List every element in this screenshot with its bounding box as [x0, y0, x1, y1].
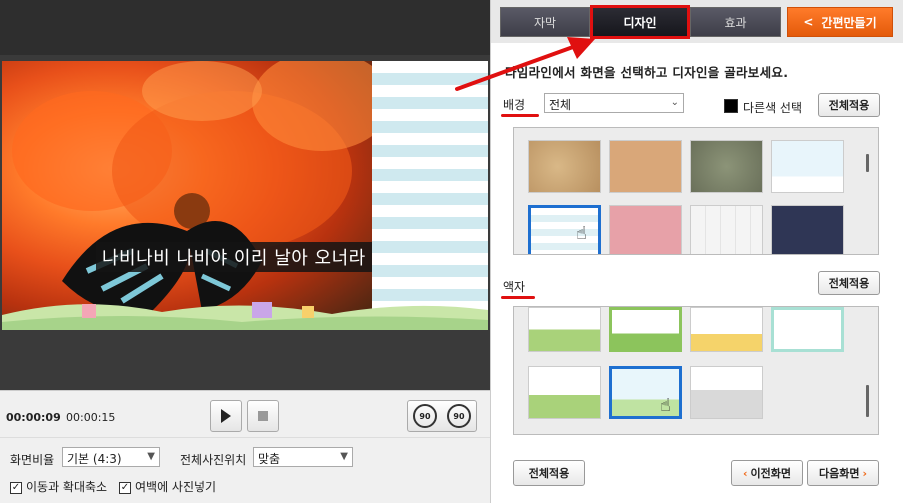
- bg-thumb-olive[interactable]: [690, 140, 763, 193]
- prev-screen-button[interactable]: ‹ 이전화면: [731, 460, 803, 486]
- bg-thumb-stripes-selected[interactable]: [528, 205, 601, 254]
- subtitle-caption: 나비나비 나비야 이리 날아 오너라: [96, 242, 372, 272]
- tab-bar: 자막 디자인 효과 < 간편만들기: [491, 0, 903, 43]
- design-panel: 자막 디자인 효과 < 간편만들기 타임라인에서 화면을 선택하고 디자인을 골…: [490, 0, 903, 503]
- chevron-down-icon: ⌄: [670, 97, 679, 108]
- frame-apply-all-button[interactable]: 전체적용: [818, 271, 880, 295]
- ratio-select-value: 기본 (4:3): [67, 452, 122, 466]
- frame-thumb-cow[interactable]: [528, 307, 601, 352]
- total-time: 00:00:15: [66, 411, 116, 424]
- bg-thumb-pink[interactable]: [609, 205, 682, 254]
- stop-button[interactable]: [247, 400, 279, 432]
- hand-cursor-icon: ☝: [576, 223, 587, 244]
- margin-checkbox[interactable]: ✓: [119, 481, 131, 494]
- background-apply-all-button[interactable]: 전체적용: [818, 93, 880, 117]
- bg-thumb-grid-paper[interactable]: [690, 205, 763, 254]
- color-swatch[interactable]: [724, 99, 738, 113]
- rotate-right-icon[interactable]: 90: [447, 404, 471, 428]
- hills-decoration: [2, 302, 488, 330]
- position-label: 전체사진위치: [180, 453, 247, 467]
- motion-checkbox-label: 이동과 확대축소: [26, 480, 108, 494]
- bg-thumb-parchment[interactable]: [528, 140, 601, 193]
- margin-checkbox-label: 여백에 사진넣기: [135, 480, 217, 494]
- chevron-down-icon: ▼: [147, 451, 155, 462]
- chevron-down-icon: ▼: [340, 451, 348, 462]
- position-select-value: 맞춤: [258, 452, 281, 466]
- quick-make-label: 간편만들기: [821, 15, 877, 30]
- instruction-text: 타임라인에서 화면을 선택하고 디자인을 골라보세요.: [505, 65, 789, 80]
- background-label: 배경: [503, 98, 526, 112]
- background-grid: ☝: [513, 127, 879, 255]
- frame-label-underline: [501, 296, 535, 299]
- play-button[interactable]: [210, 400, 242, 432]
- frame-thumb-stools[interactable]: [690, 366, 763, 419]
- tab-design[interactable]: 디자인: [590, 5, 690, 39]
- motion-checkbox-row[interactable]: ✓ 이동과 확대축소: [10, 478, 107, 495]
- hand-cursor-icon: ☝: [660, 395, 671, 416]
- preview-top-bar: [0, 0, 490, 55]
- footer-apply-all-button[interactable]: 전체적용: [513, 460, 585, 486]
- next-screen-button[interactable]: 다음화면 ›: [807, 460, 879, 486]
- preview-stage[interactable]: 나비나비 나비야 이리 날아 오너라: [2, 61, 488, 330]
- ratio-label: 화면비율: [10, 453, 55, 467]
- stop-icon: [258, 411, 268, 421]
- preview-panel: 나비나비 나비야 이리 날아 오너라 00:00:09 00:00:15 90 …: [0, 0, 490, 503]
- bg-thumb-sky[interactable]: [771, 140, 844, 193]
- rotate-left-icon[interactable]: 90: [413, 404, 437, 428]
- frame-thumb-flowers[interactable]: [771, 307, 844, 352]
- motion-checkbox[interactable]: ✓: [10, 481, 22, 494]
- play-icon: [221, 409, 231, 423]
- prev-screen-label: 이전화면: [750, 467, 792, 480]
- playback-bar: 00:00:09 00:00:15 90 90: [0, 390, 490, 438]
- margin-checkbox-row[interactable]: ✓ 여백에 사진넣기: [119, 478, 216, 495]
- position-select[interactable]: 맞춤 ▼: [253, 447, 353, 467]
- frame-thumb-car[interactable]: [609, 307, 682, 352]
- chevron-left-icon: ‹: [742, 466, 748, 480]
- frame-label: 액자: [503, 280, 526, 294]
- current-time: 00:00:09: [6, 411, 61, 424]
- frame-grid: ☝: [513, 306, 879, 435]
- frame-thumb-castle[interactable]: [528, 366, 601, 419]
- frame-thumb-town-selected[interactable]: [609, 366, 682, 419]
- frame-thumb-village[interactable]: [690, 307, 763, 352]
- background-filter-select[interactable]: 전체 ⌄: [544, 93, 684, 113]
- frame-scrollbar[interactable]: [866, 385, 869, 417]
- ratio-select[interactable]: 기본 (4:3) ▼: [62, 447, 160, 467]
- tab-effect[interactable]: 효과: [690, 7, 781, 37]
- tab-subtitle[interactable]: 자막: [500, 7, 590, 37]
- quick-make-button[interactable]: < 간편만들기: [787, 7, 893, 37]
- rotate-controls: 90 90: [407, 400, 477, 432]
- background-label-underline: [501, 114, 539, 117]
- background-filter-value: 전체: [549, 98, 572, 112]
- chevron-left-icon: <: [803, 15, 814, 29]
- bg-thumb-kraft[interactable]: [609, 140, 682, 193]
- background-scrollbar[interactable]: [866, 154, 869, 172]
- next-screen-label: 다음화면: [818, 467, 860, 480]
- preview-area: 나비나비 나비야 이리 날아 오너라: [0, 0, 490, 390]
- other-color-label[interactable]: 다른색 선택: [743, 99, 802, 116]
- chevron-right-icon: ›: [862, 466, 868, 480]
- bg-thumb-navy[interactable]: [771, 205, 844, 254]
